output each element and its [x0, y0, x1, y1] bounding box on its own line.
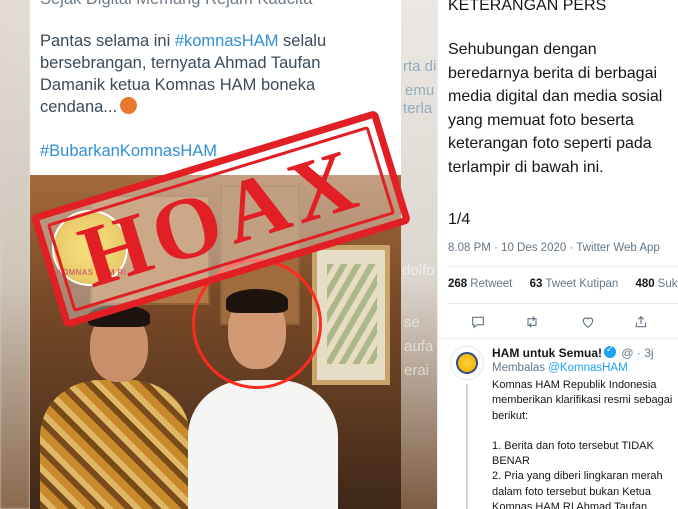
background-text-fragment: emu	[405, 82, 435, 99]
screenshot-hashtag-line: #BubarkanKomnasHAM	[40, 142, 218, 160]
background-text-fragment: rta di	[403, 58, 437, 75]
tweet-timestamp[interactable]: 8.08 PM · 10 Des 2020 · Twitter Web App	[448, 242, 660, 254]
verified-badge-icon	[604, 344, 617, 358]
komnasham-logo-icon	[456, 352, 478, 374]
reply-paragraph: 1. Berita dan foto tersebut TIDAK BENAR	[492, 439, 654, 468]
reply-author-handle[interactable]: @ · 3j	[621, 346, 653, 360]
screenshot-hashtag: #komnasHAM	[174, 32, 279, 50]
reply-icon[interactable]	[466, 310, 490, 334]
tweet-stats: 268Retweet 63Tweet Kutipan 480Suka	[448, 278, 678, 290]
tweet-attached-image[interactable]: rta di emu terla dolfo se aufa erai Seja…	[0, 0, 437, 509]
retweet-icon[interactable]	[520, 310, 544, 334]
reply-author-name[interactable]: HAM untuk Semua!	[492, 346, 602, 360]
retweet-count[interactable]: 268 Retweet	[448, 278, 512, 290]
divider	[448, 266, 678, 267]
person-right	[188, 380, 338, 509]
background-text-fragment: dolfo	[402, 262, 435, 279]
tweet-actions	[438, 310, 678, 334]
thread-line	[466, 384, 468, 509]
screenshot-cut-line: Sejak Digital Memang Rejam Kaucita	[40, 0, 312, 10]
background-text-fragment: terla	[403, 100, 433, 117]
thread-counter: 1/4	[448, 211, 471, 228]
reply-body: Komnas HAM Republik Indonesia memberikan…	[492, 378, 677, 509]
divider	[448, 303, 678, 304]
background-text-fragment: se	[404, 314, 420, 331]
image-background-left	[0, 0, 30, 509]
tweet-text-cut-line: KETERANGAN PERS	[448, 0, 607, 14]
reply-tweet[interactable]: HAM untuk Semua! @ · 3j Membalas @Komnas…	[438, 340, 678, 509]
background-text-fragment: aufa	[404, 338, 434, 355]
tweet-body: Sehubungan dengan beredarnya berita di b…	[448, 41, 663, 176]
reply-paragraph: 2. Pria yang diberi lingkaran merah dala…	[492, 470, 663, 509]
person-left	[40, 380, 190, 509]
wall-painting	[312, 245, 390, 385]
quote-count[interactable]: 63 Tweet Kutipan	[530, 278, 619, 290]
tweet-panel: KETERANGAN PERS Sehubungan dengan bereda…	[437, 0, 678, 509]
mention-link[interactable]: @KomnasHAM	[548, 362, 627, 374]
divider	[438, 338, 678, 339]
screenshot-paragraph: Pantas selama ini #komnasHAM selalu bers…	[40, 32, 327, 116]
like-count[interactable]: 480Suka	[635, 278, 678, 290]
replying-to: Membalas @KomnasHAM	[492, 362, 628, 374]
background-text-fragment: erai	[404, 362, 430, 379]
avatar[interactable]	[450, 346, 484, 380]
angry-emoji-icon	[120, 97, 138, 114]
image-background-right	[401, 0, 437, 509]
reply-header: HAM untuk Semua! @ · 3j	[492, 344, 654, 360]
share-icon[interactable]	[629, 310, 653, 334]
reply-paragraph: Komnas HAM Republik Indonesia memberikan…	[492, 379, 673, 422]
like-icon[interactable]	[576, 310, 600, 334]
